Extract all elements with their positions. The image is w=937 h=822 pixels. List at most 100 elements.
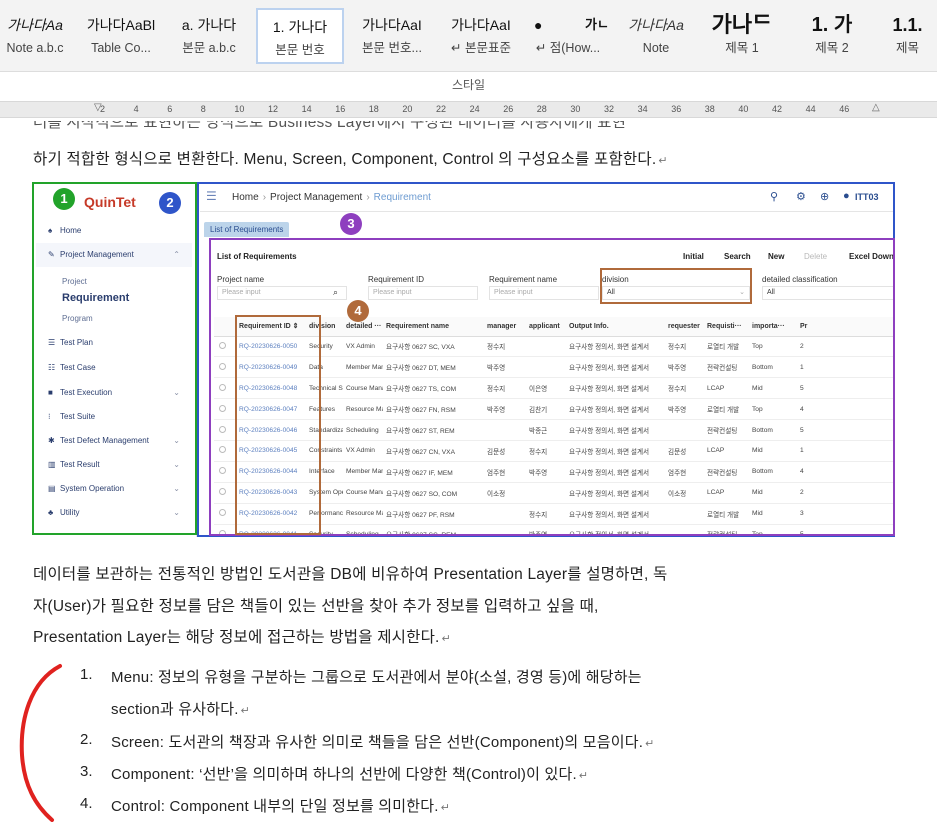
table-row[interactable]: RQ-20230626-0048 Technical Su Course Mana 요…	[214, 377, 895, 400]
row-radio-button[interactable]	[219, 446, 226, 454]
excel-download-button[interactable]: Excel Down	[849, 252, 894, 261]
sidebar-item-test-execution[interactable]: ■ Test Execution ⌄	[36, 381, 192, 405]
row-select-cell[interactable]	[214, 419, 236, 441]
requirement-id-link[interactable]: RQ-20230626-0047	[236, 398, 306, 421]
breadcrumb-project-management[interactable]: Project Management	[270, 192, 362, 203]
row-radio-button[interactable]	[219, 467, 226, 475]
requirement-id-input[interactable]: Please input	[368, 286, 478, 300]
column-header[interactable]: Requirement ID ⇕	[236, 317, 306, 337]
sidebar-sub-project[interactable]: Project	[62, 277, 87, 286]
sidebar-item-test-suite[interactable]: ⁝ Test Suite	[36, 405, 192, 429]
column-header[interactable]: Output Info.	[566, 317, 665, 337]
delete-button[interactable]: Delete	[804, 252, 827, 261]
row-radio-button[interactable]	[219, 425, 226, 433]
tab-list-of-requirements[interactable]: List of Requirements	[204, 222, 290, 237]
style-body-standard[interactable]: 가나다AaI ↵ 본문표준	[440, 8, 522, 64]
column-header[interactable]: Pr	[797, 317, 895, 337]
sidebar-item-test-plan[interactable]: ☰ Test Plan	[36, 331, 192, 355]
row-radio-button[interactable]	[219, 488, 226, 496]
row-select-cell[interactable]	[214, 482, 236, 504]
table-row[interactable]: RQ-20230626-0047FeaturesResource Mar요구사항…	[214, 398, 895, 421]
table-row[interactable]: RQ-20230626-0044 Interface Member Man 요구사항 …	[214, 461, 895, 483]
column-header[interactable]: applicant	[526, 317, 566, 337]
column-header[interactable]: manager	[484, 317, 526, 337]
ruler[interactable]: ▽ △ 2 4 6 8 10 12 14 16 18 20 22 24 26 28 30 32 34 36 38 40…	[0, 101, 937, 118]
row-radio-button[interactable]	[219, 529, 226, 537]
row-radio-button[interactable]	[219, 509, 226, 517]
style-body-abc[interactable]: a. 가나다 본문 a.b.c	[168, 8, 250, 64]
project-name-input[interactable]: Please input	[217, 286, 347, 300]
search-button[interactable]: Search	[724, 252, 751, 261]
division-select[interactable]: All ⌄	[602, 286, 750, 300]
table-row[interactable]: RQ-20230626-0045 Constraints VX Admin 요구사항 …	[214, 440, 895, 462]
style-heading[interactable]: 1.1. 제목	[878, 8, 937, 64]
column-header[interactable]: Requirement name	[383, 317, 484, 337]
user-avatar-icon[interactable]: ●	[843, 190, 850, 202]
chevron-down-icon: ⌄	[739, 289, 745, 296]
style-note[interactable]: 가나다Aa Note	[616, 8, 696, 64]
table-row[interactable]: RQ-20230626-0041 Security Scheduling 요구사항 0…	[214, 524, 895, 537]
row-radio-button[interactable]	[219, 341, 226, 349]
table-row[interactable]: RQ-20230626-0043System OperCourse Mana요구…	[214, 482, 895, 504]
table-cell: Mid	[749, 377, 797, 400]
sidebar-item-test-result[interactable]: ▥ Test Result ⌄	[36, 453, 192, 477]
sidebar-item-test-defect-management[interactable]: ✱ Test Defect Management ⌄	[36, 429, 192, 453]
table-cell: 요구사항 정의서, 화면 설계서	[566, 524, 665, 537]
style-small-heading[interactable]: 가ㄴ	[582, 8, 612, 64]
hamburger-menu-icon[interactable]: ☰	[206, 189, 217, 203]
requirement-id-link[interactable]: RQ-20230626-0041	[236, 524, 306, 537]
breadcrumb-home[interactable]: Home	[232, 192, 259, 203]
requirement-id-link[interactable]: RQ-20230626-0045	[236, 440, 306, 462]
requirement-id-link[interactable]: RQ-20230626-0048	[236, 377, 306, 400]
sidebar-sub-requirement[interactable]: Requirement	[62, 292, 129, 304]
style-body-number-2[interactable]: 가나다AaI 본문 번호...	[350, 8, 434, 64]
initial-button[interactable]: Initial	[683, 252, 704, 261]
sidebar-item-project-management[interactable]: ✎ Project Management ⌃	[36, 243, 192, 267]
right-indent-marker-icon[interactable]: △	[872, 102, 880, 113]
column-header[interactable]: division	[306, 317, 343, 337]
style-heading-1[interactable]: 가나ᄃ 제목 1	[700, 8, 784, 64]
sidebar-item-home[interactable]: ♠ Home	[36, 219, 192, 243]
row-radio-button[interactable]	[219, 383, 226, 391]
gear-icon[interactable]: ⚙	[796, 190, 806, 203]
requirement-id-link[interactable]: RQ-20230626-0042	[236, 503, 306, 525]
row-select-cell[interactable]	[214, 503, 236, 525]
requirement-id-link[interactable]: RQ-20230626-0044	[236, 461, 306, 483]
sidebar-item-test-case[interactable]: ☷ Test Case	[36, 356, 192, 380]
sidebar-item-utility[interactable]: ♣ Utility ⌄	[36, 501, 192, 525]
style-note-abc[interactable]: 가나다Aa Note a.b.c	[0, 8, 70, 64]
detailed-classification-select[interactable]: All	[762, 286, 895, 300]
style-table-content[interactable]: 가나다AaBl Table Co...	[80, 8, 162, 64]
column-header[interactable]	[214, 317, 236, 337]
requirement-id-link[interactable]: RQ-20230626-0049	[236, 356, 306, 379]
row-select-cell[interactable]	[214, 461, 236, 483]
column-header[interactable]: importa···	[749, 317, 797, 337]
sitemap-icon[interactable]: ⚲	[770, 190, 778, 203]
row-radio-button[interactable]	[219, 362, 226, 370]
row-select-cell[interactable]	[214, 524, 236, 537]
table-row[interactable]: RQ-20230626-0049 Data Member Man 요구사항 0627 …	[214, 356, 895, 379]
row-select-cell[interactable]	[214, 440, 236, 462]
row-radio-button[interactable]	[219, 404, 226, 412]
user-name[interactable]: ITT03	[855, 192, 879, 202]
column-header[interactable]: requester	[665, 317, 704, 337]
row-select-cell[interactable]	[214, 377, 236, 400]
row-select-cell[interactable]	[214, 398, 236, 421]
new-button[interactable]: New	[768, 252, 784, 261]
row-select-cell[interactable]	[214, 336, 236, 358]
table-row[interactable]: RQ-20230626-0050 Security VX Admin 요구사항 062…	[214, 336, 895, 358]
sidebar-sub-program[interactable]: Program	[62, 314, 93, 323]
table-row[interactable]: RQ-20230626-0046StandardizatiScheduling요…	[214, 419, 895, 441]
style-body-number[interactable]: 1. 가나다 본문 번호	[256, 8, 344, 64]
column-header[interactable]: Requisti···	[704, 317, 749, 337]
requirement-name-input[interactable]: Please input	[489, 286, 599, 300]
search-icon[interactable]: ⌕	[333, 287, 338, 298]
style-heading-2[interactable]: 1. 가 제목 2	[790, 8, 874, 64]
table-row[interactable]: RQ-20230626-0042PerformanceResource Mar요…	[214, 503, 895, 525]
sidebar-item-system-operation[interactable]: ▤ System Operation ⌄	[36, 477, 192, 501]
requirement-id-link[interactable]: RQ-20230626-0046	[236, 419, 306, 441]
row-select-cell[interactable]	[214, 356, 236, 379]
globe-icon[interactable]: ⊕	[820, 190, 829, 203]
requirement-id-link[interactable]: RQ-20230626-0050	[236, 336, 306, 358]
requirement-id-link[interactable]: RQ-20230626-0043	[236, 482, 306, 504]
